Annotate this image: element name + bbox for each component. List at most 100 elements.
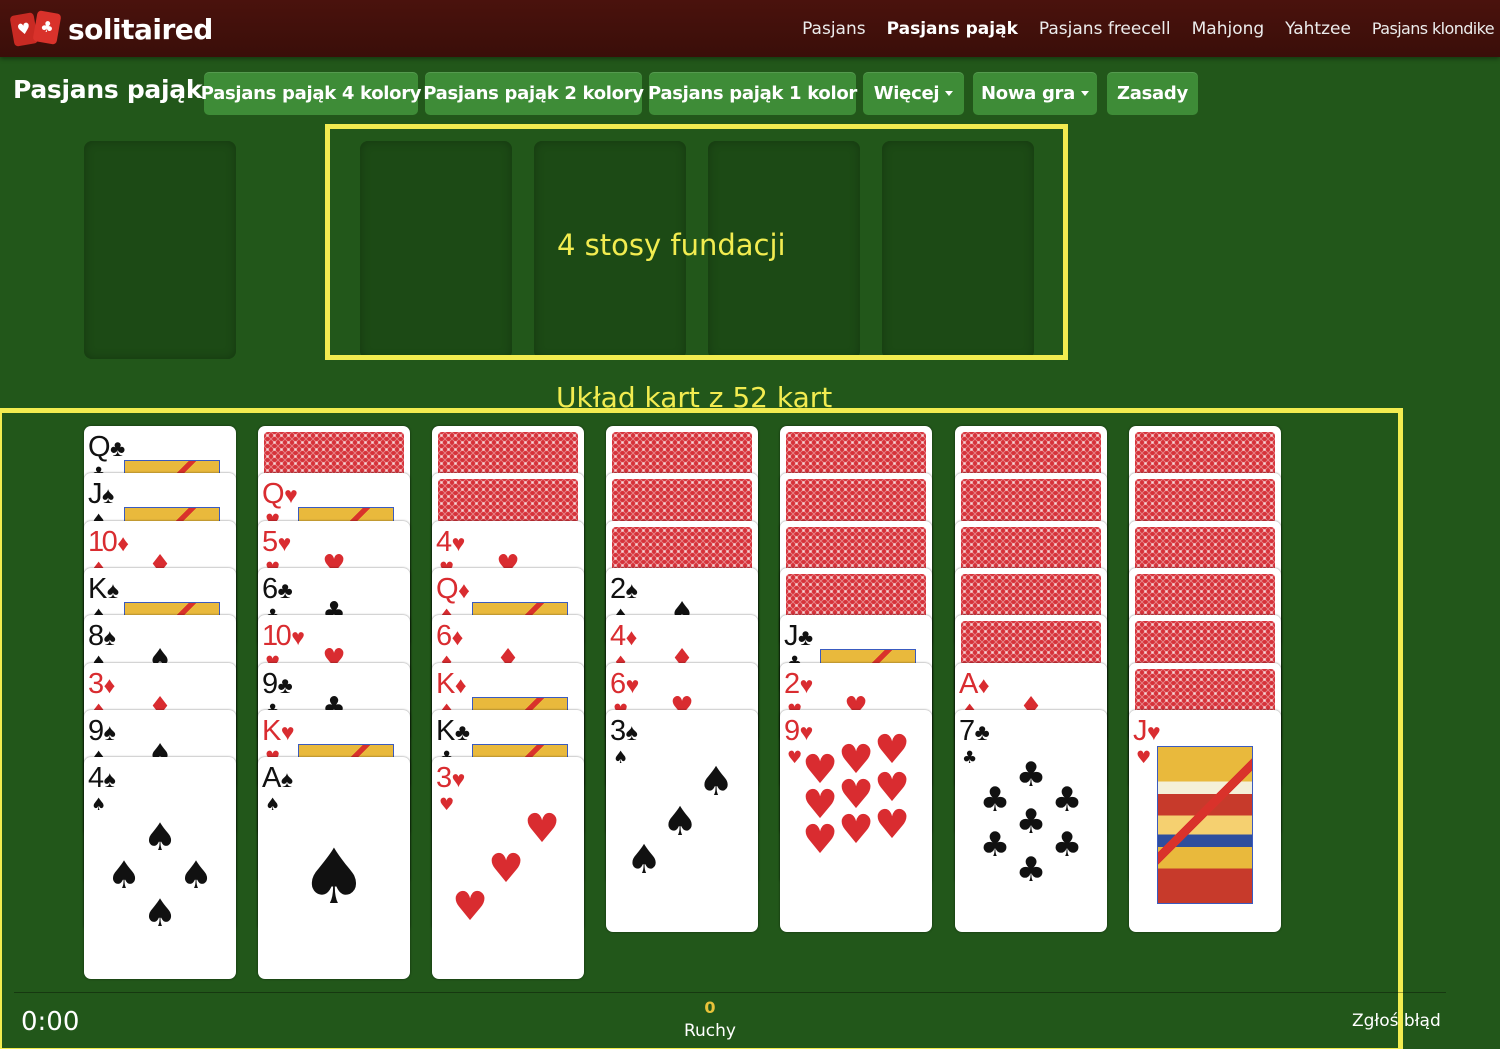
card-suit-icon: ♠ — [280, 766, 294, 792]
nav-link-yahtzee[interactable]: Yahtzee — [1285, 19, 1351, 39]
suit-pip-icon: ♥ — [488, 846, 524, 892]
suit-pip-icon: ♥ — [524, 806, 560, 852]
rules-button[interactable]: Zasady — [1107, 72, 1198, 115]
suit-pip-icon: ♥ — [874, 802, 910, 848]
spider-4-suits-button[interactable]: Pasjans pająk 4 kolory — [200, 72, 422, 115]
card-rank: K — [88, 573, 107, 605]
moves-label: Ruchy — [683, 1021, 736, 1041]
moves-count: 0 — [704, 998, 716, 1017]
card-index: 10♥ — [262, 621, 305, 652]
card-suit-icon: ♥ — [625, 672, 640, 698]
card-suit-icon: ♠ — [625, 719, 638, 745]
card-ace-of-spades[interactable]: A♠ ♠ ♠ — [258, 757, 410, 979]
suit-pip-icon: ♣ — [1015, 802, 1047, 842]
spider-1-suit-button[interactable]: Pasjans pająk 1 kolor — [647, 72, 858, 115]
card-rank: 5 — [262, 526, 278, 558]
card-index: A♠ — [262, 763, 293, 794]
more-dropdown-button[interactable]: Więcej — [863, 72, 964, 115]
small-suit-icon: ♥ — [1136, 748, 1152, 768]
card-rank: K — [436, 668, 455, 700]
card-suit-icon: ♠ — [106, 577, 120, 603]
card-suit-icon: ♥ — [291, 624, 305, 650]
card-index: 4♥ — [436, 527, 465, 558]
card-rank: A — [262, 762, 281, 794]
card-suit-icon: ♠ — [102, 482, 115, 508]
card-9-of-hearts[interactable]: 9♥ ♥ ♥ ♥ ♥ ♥ ♥ ♥ ♥ ♥ ♥ — [780, 710, 932, 932]
card-index: 5♥ — [262, 527, 291, 558]
button-label: Pasjans pająk 4 kolory — [200, 83, 422, 104]
suit-pip-icon: ♥ — [838, 807, 874, 853]
caret-down-icon — [1080, 91, 1089, 96]
card-suit-icon: ♠ — [103, 624, 116, 650]
nav-link-freecell[interactable]: Pasjans freecell — [1039, 19, 1171, 39]
suit-pip-icon: ♠ — [178, 853, 214, 897]
card-rank: Q — [262, 478, 285, 510]
card-index: 3♦ — [88, 669, 115, 700]
card-index: 9♠ — [88, 716, 116, 747]
card-jack-of-hearts[interactable]: J♥ ♥ — [1129, 710, 1281, 932]
card-rank: 3 — [436, 762, 452, 794]
suit-pip-icon: ♥ — [874, 727, 910, 773]
card-rank: 7 — [959, 715, 975, 747]
small-suit-icon: ♠ — [91, 795, 107, 815]
button-label: Pasjans pająk 1 kolor — [647, 83, 858, 104]
site-logo[interactable]: ♥ ♣ solitaired — [9, 10, 213, 47]
card-rank: 4 — [88, 762, 104, 794]
card-rank: 2 — [610, 573, 626, 605]
card-3-of-spades[interactable]: 3♠ ♠ ♠ ♠ ♠ — [606, 710, 758, 932]
card-suit-icon: ♦ — [454, 672, 467, 698]
card-3-of-hearts[interactable]: 3♥ ♥ ♥ ♥ ♥ — [432, 757, 584, 979]
card-suit-icon: ♥ — [451, 530, 466, 556]
report-bug-link[interactable]: Zgłoś błąd — [1352, 1011, 1441, 1031]
card-suit-icon: ♥ — [1147, 719, 1161, 745]
nav-link-klondike[interactable]: Pasjans klondike — [1372, 19, 1495, 38]
card-rank: K — [436, 715, 455, 747]
spider-2-suits-button[interactable]: Pasjans pająk 2 kolory — [423, 72, 644, 115]
card-rank: 10 — [262, 620, 292, 652]
suit-pip-icon: ♥ — [452, 884, 488, 930]
stock-slot[interactable] — [84, 141, 236, 359]
small-suit-icon: ♠ — [265, 795, 281, 815]
nav-link-mahjong[interactable]: Mahjong — [1192, 19, 1265, 39]
card-index: 6♥ — [610, 669, 639, 700]
card-suit-icon: ♦ — [977, 672, 990, 698]
card-index: Q♥ — [262, 479, 298, 510]
footer-divider — [14, 992, 1446, 993]
card-index: 6♣ — [262, 574, 293, 605]
card-index: 3♠ — [610, 716, 638, 747]
card-rank: Q — [88, 431, 111, 463]
small-suit-icon: ♣ — [962, 748, 978, 768]
card-index: 8♠ — [88, 621, 116, 652]
top-navbar: ♥ ♣ solitaired Pasjans Pasjans pająk Pas… — [0, 0, 1500, 57]
card-suit-icon: ♣ — [277, 577, 293, 603]
card-index: 10♦ — [88, 527, 129, 558]
card-suit-icon: ♣ — [454, 719, 470, 745]
card-rank: 9 — [784, 715, 800, 747]
nav-link-pasjans-pajak[interactable]: Pasjans pająk — [887, 19, 1018, 39]
nav-links: Pasjans Pasjans pająk Pasjans freecell M… — [781, 0, 1495, 57]
caret-down-icon — [945, 91, 954, 96]
card-7-of-clubs[interactable]: 7♣ ♣ ♣ ♣ ♣ ♣ ♣ ♣ ♣ — [955, 710, 1107, 932]
new-game-dropdown-button[interactable]: Nowa gra — [973, 72, 1097, 115]
card-index: 2♥ — [784, 669, 813, 700]
card-index: K♣ — [436, 716, 470, 747]
suit-pip-icon: ♣ — [979, 780, 1011, 820]
card-index: K♠ — [88, 574, 119, 605]
suit-pip-icon: ♥ — [802, 817, 838, 863]
logo-cards-icon: ♥ ♣ — [9, 10, 62, 47]
card-rank: 3 — [88, 668, 104, 700]
card-4-of-spades[interactable]: 4♠ ♠ ♠ ♠ ♠ ♠ — [84, 757, 236, 979]
card-rank: 8 — [88, 620, 104, 652]
card-suit-icon: ♦ — [451, 624, 464, 650]
card-suit-icon: ♥ — [284, 482, 298, 508]
suit-pip-icon: ♠ — [698, 759, 734, 805]
suit-pip-icon: ♠ — [662, 799, 698, 845]
suit-pip-icon: ♣ — [1015, 850, 1047, 890]
foundations-annotation: 4 stosy fundacji — [557, 228, 786, 262]
card-suit-icon: ♠ — [103, 766, 116, 792]
game-timer: 0:00 — [21, 1007, 80, 1037]
nav-link-pasjans[interactable]: Pasjans — [802, 19, 866, 39]
card-suit-icon: ♦ — [625, 624, 638, 650]
card-rank: 3 — [610, 715, 626, 747]
card-index: 9♣ — [262, 669, 293, 700]
